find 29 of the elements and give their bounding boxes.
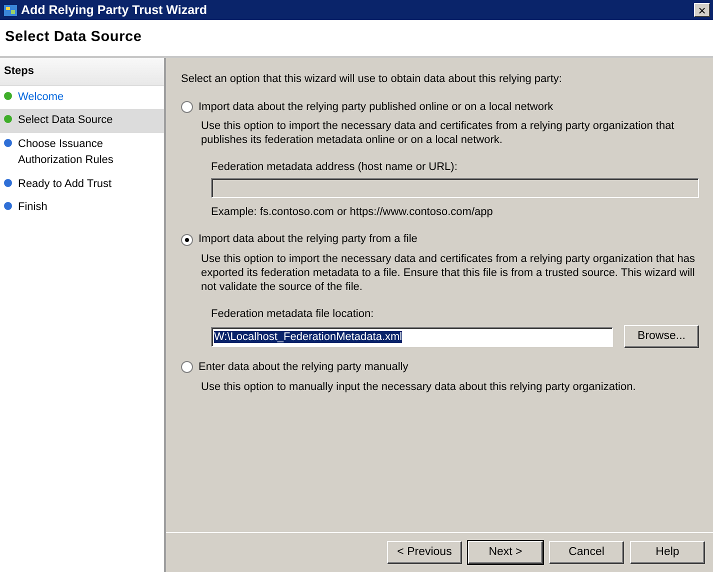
intro-text: Select an option that this wizard will use to obtain data about this relying party: bbox=[181, 72, 563, 87]
close-button[interactable]: × bbox=[694, 3, 710, 17]
steps-heading: Steps bbox=[0, 58, 164, 86]
step-item: Finish bbox=[0, 196, 164, 220]
step-item: Ready to Add Trust bbox=[0, 172, 164, 196]
radio-button[interactable] bbox=[181, 361, 193, 374]
radio-button[interactable] bbox=[181, 234, 193, 246]
step-item: Welcome bbox=[0, 86, 164, 109]
step-item: Select Data Source bbox=[0, 109, 164, 132]
option-description: Use this option to import the necessary data and certificates from a relying party organization that has exported its federation metadata to a file. Ensure that this file is from a trusted source. This wizard will not validate the source of the file. bbox=[201, 252, 696, 294]
example-text: Example: fs.contoso.com or https://www.contoso.com/app bbox=[211, 204, 494, 220]
browse-button[interactable]: Browse... bbox=[624, 325, 699, 348]
field-label: Federation metadata address (host name or URL): bbox=[211, 160, 458, 175]
option-label[interactable]: Enter data about the relying party manually bbox=[198, 359, 408, 376]
wizard-button[interactable]: Cancel bbox=[549, 541, 624, 564]
option-description: Use this option to manually input the necessary data about this relying party organization. bbox=[201, 380, 637, 394]
page-title: Select Data Source bbox=[5, 28, 142, 48]
window-title: Add Relying Party Trust Wizard bbox=[21, 2, 208, 19]
field-label: Federation metadata file location: bbox=[211, 306, 375, 322]
wizard-button[interactable]: Help bbox=[630, 541, 705, 564]
input-field[interactable]: W:\Localhost_FederationMetadata.xml bbox=[211, 326, 613, 346]
radio-button[interactable] bbox=[181, 100, 193, 113]
option-label[interactable]: Import data about the relying party published online or on a local network bbox=[198, 98, 554, 115]
app-icon bbox=[3, 2, 18, 18]
option-description: Use this option to import the necessary data and certificates from a relying party organization that publishes its federation metadata online or on a local network. bbox=[201, 119, 676, 147]
option-label[interactable]: Import data about the relying party from a file bbox=[198, 231, 418, 248]
wizard-button[interactable]: Next > bbox=[468, 541, 543, 564]
step-item: Choose Issuance Authorization Rules bbox=[0, 132, 164, 172]
wizard-button[interactable]: < Previous bbox=[387, 541, 462, 564]
